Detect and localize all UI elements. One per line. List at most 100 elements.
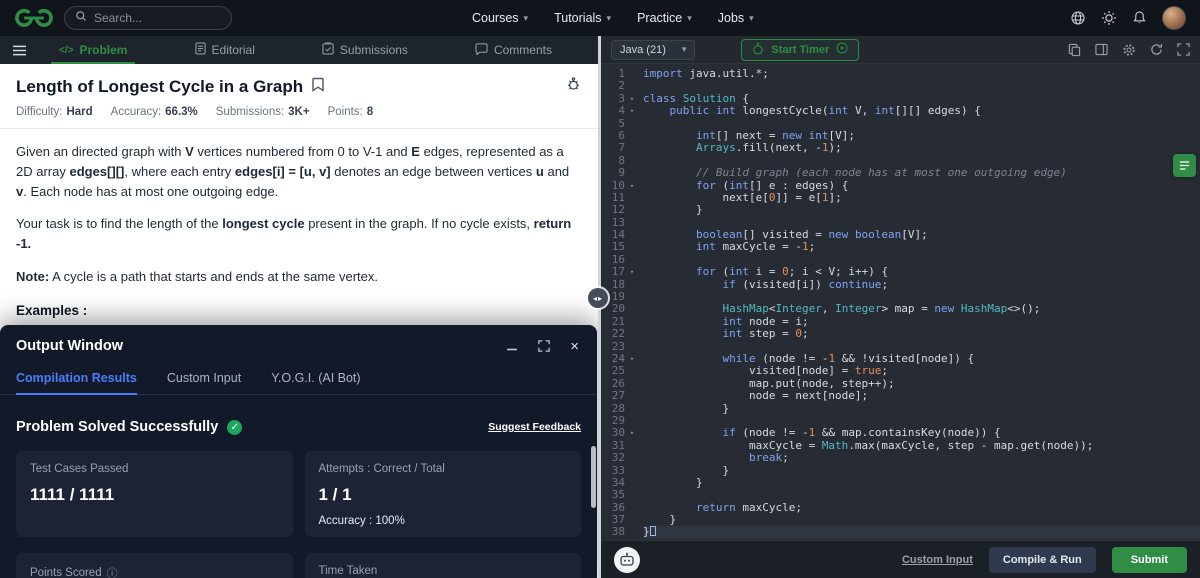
code-line[interactable]: } (643, 476, 1200, 489)
problem-title: Length of Longest Cycle in a Graph (16, 76, 304, 96)
test-cases-card: Test Cases Passed 1111 / 1111 (16, 451, 293, 537)
line-number[interactable]: 15 (601, 241, 643, 254)
code-text-area[interactable]: import java.util.*; class Solution { publ… (643, 64, 1200, 540)
accuracy-value: Accuracy : 100% (318, 515, 405, 527)
code-line[interactable]: node = next[node]; (643, 389, 1200, 402)
line-number[interactable]: 17 ▾ (601, 265, 643, 278)
feedback-widget[interactable] (1173, 154, 1196, 177)
code-line[interactable]: int step = 0; (643, 327, 1200, 340)
line-number[interactable]: 9 (601, 166, 643, 179)
comment-bubble-icon (475, 42, 488, 58)
menu-courses[interactable]: Courses ▾ (472, 11, 528, 25)
line-number[interactable]: 30 ▾ (601, 426, 643, 439)
start-timer-button[interactable]: Start Timer (741, 38, 860, 61)
copy-icon[interactable] (1068, 43, 1081, 57)
code-line[interactable]: if (node != -1 && map.containsKey(node))… (643, 426, 1200, 439)
minimize-icon[interactable] (506, 340, 518, 352)
problem-task: Your task is to find the length of the l… (16, 216, 572, 251)
gfg-logo-icon (15, 9, 53, 27)
language-select[interactable]: Java (21) ▾ (611, 39, 696, 60)
chevron-down-icon: ▾ (523, 12, 529, 23)
menu-hamburger-icon[interactable] (12, 44, 27, 57)
search-icon (75, 9, 87, 27)
output-tabs: Compilation Results Custom Input Y.O.G.I… (0, 363, 597, 395)
chevron-down-icon: ▾ (681, 44, 687, 54)
translate-icon[interactable] (1070, 10, 1086, 26)
editor-toolbar: Java (21) ▾ Start Timer (601, 36, 1200, 64)
code-line[interactable]: int maxCycle = -1; (643, 241, 1200, 254)
code-line[interactable]: } (643, 526, 1200, 539)
close-icon[interactable]: × (570, 339, 579, 354)
line-number[interactable]: 25 (601, 364, 643, 377)
code-line[interactable]: } (643, 402, 1200, 415)
code-line[interactable]: return maxCycle; (643, 501, 1200, 514)
line-number[interactable]: 2 (601, 79, 643, 92)
settings-gear-icon[interactable] (1122, 43, 1136, 57)
status-text: Problem Solved Successfully (16, 419, 219, 435)
code-line[interactable]: import java.util.*; (643, 67, 1200, 80)
tab-submissions[interactable]: Submissions (322, 36, 408, 64)
compile-run-button[interactable]: Compile & Run (988, 546, 1096, 573)
code-line[interactable]: public int longestCycle(int V, int[][] e… (643, 104, 1200, 117)
tab-comments[interactable]: Comments (475, 36, 552, 64)
line-number[interactable]: 32 (601, 451, 643, 464)
tab-editorial[interactable]: Editorial (194, 36, 255, 64)
line-number[interactable]: 22 (601, 327, 643, 340)
code-line[interactable]: } (643, 513, 1200, 526)
fullscreen-icon[interactable] (1177, 43, 1190, 56)
divider-drag-handle[interactable]: ◂▸ (588, 288, 608, 308)
line-number[interactable]: 12 (601, 203, 643, 216)
code-editor-panel: Java (21) ▾ Start Timer 1 2 3 ▾ 4 ▾ 5 6 7 8 9 10 ▾ 11 1… (601, 36, 1200, 578)
problem-panel: </> Problem Editorial Submissions Commen… (0, 36, 598, 578)
chevron-down-icon: ▾ (687, 12, 692, 23)
menu-tutorials[interactable]: Tutorials ▾ (554, 11, 611, 25)
line-number[interactable]: 35 (601, 488, 643, 501)
line-number[interactable]: 27 (601, 389, 643, 402)
tab-custom-input[interactable]: Custom Input (167, 365, 241, 394)
search-box[interactable] (64, 6, 232, 30)
gfg-logo[interactable] (14, 9, 54, 27)
line-number[interactable]: 38 (601, 526, 643, 539)
play-icon (836, 42, 848, 57)
menu-jobs[interactable]: Jobs ▾ (718, 11, 754, 25)
code-line[interactable]: } (643, 203, 1200, 216)
suggest-feedback-link[interactable]: Suggest Feedback (488, 421, 581, 433)
line-number[interactable]: 7 (601, 141, 643, 154)
vertical-scrollbar[interactable] (591, 446, 596, 508)
top-navbar: Courses▾ Tutorials▾ Practice▾ Jobs▾ (0, 0, 1200, 36)
problem-meta: Difficulty: Hard Accuracy: 66.3% Submissio… (16, 106, 374, 118)
notes-icon (1179, 161, 1190, 170)
reset-code-icon[interactable] (1150, 43, 1163, 56)
tab-compilation-results[interactable]: Compilation Results (16, 365, 137, 395)
line-number[interactable]: 4 ▾ (601, 104, 643, 117)
code-line[interactable]: Arrays.fill(next, -1); (643, 141, 1200, 154)
points-scored-card: Points Scored ⓘ (16, 553, 293, 578)
code-icon: </> (59, 44, 74, 56)
tab-problem[interactable]: </> Problem (50, 36, 137, 64)
code-line[interactable]: // Build graph (each node has at most on… (643, 166, 1200, 179)
line-number[interactable]: 20 (601, 303, 643, 316)
user-avatar[interactable] (1162, 6, 1186, 30)
main-menu: Courses ▾ Tutorials ▾ Practice ▾ Jobs ▾ (472, 0, 754, 36)
code-line[interactable]: } (643, 464, 1200, 477)
theme-toggle-icon[interactable] (1101, 10, 1117, 26)
code-line[interactable]: break; (643, 451, 1200, 464)
code-line[interactable]: visited[node] = true; (643, 364, 1200, 377)
notifications-bell-icon[interactable] (1132, 10, 1147, 26)
bookmark-icon[interactable] (312, 77, 324, 97)
report-bug-icon[interactable] (565, 76, 582, 97)
output-window: Output Window × Compilation Results Cust… (0, 325, 597, 578)
code-line[interactable]: next[e[0]] = e[1]; (643, 191, 1200, 204)
submit-button[interactable]: Submit (1111, 546, 1187, 573)
code-editor[interactable]: 1 2 3 ▾ 4 ▾ 5 6 7 8 9 10 ▾ 11 12 13 14 15 16 17 ▾ 18 19 20 21 22 2… (601, 64, 1200, 540)
menu-practice[interactable]: Practice ▾ (637, 11, 692, 25)
ai-bot-icon[interactable] (614, 546, 640, 573)
expand-icon[interactable] (538, 340, 550, 352)
tab-yogi-ai-bot[interactable]: Y.O.G.I. (AI Bot) (271, 365, 360, 394)
attempts-card: Attempts : Correct / Total 1 / 1 Accurac… (304, 451, 581, 537)
output-window-title: Output Window (16, 338, 123, 354)
layout-icon[interactable] (1095, 43, 1108, 56)
custom-input-link[interactable]: Custom Input (902, 554, 973, 566)
search-input[interactable] (94, 11, 221, 25)
code-line[interactable]: if (visited[i]) continue; (643, 278, 1200, 291)
